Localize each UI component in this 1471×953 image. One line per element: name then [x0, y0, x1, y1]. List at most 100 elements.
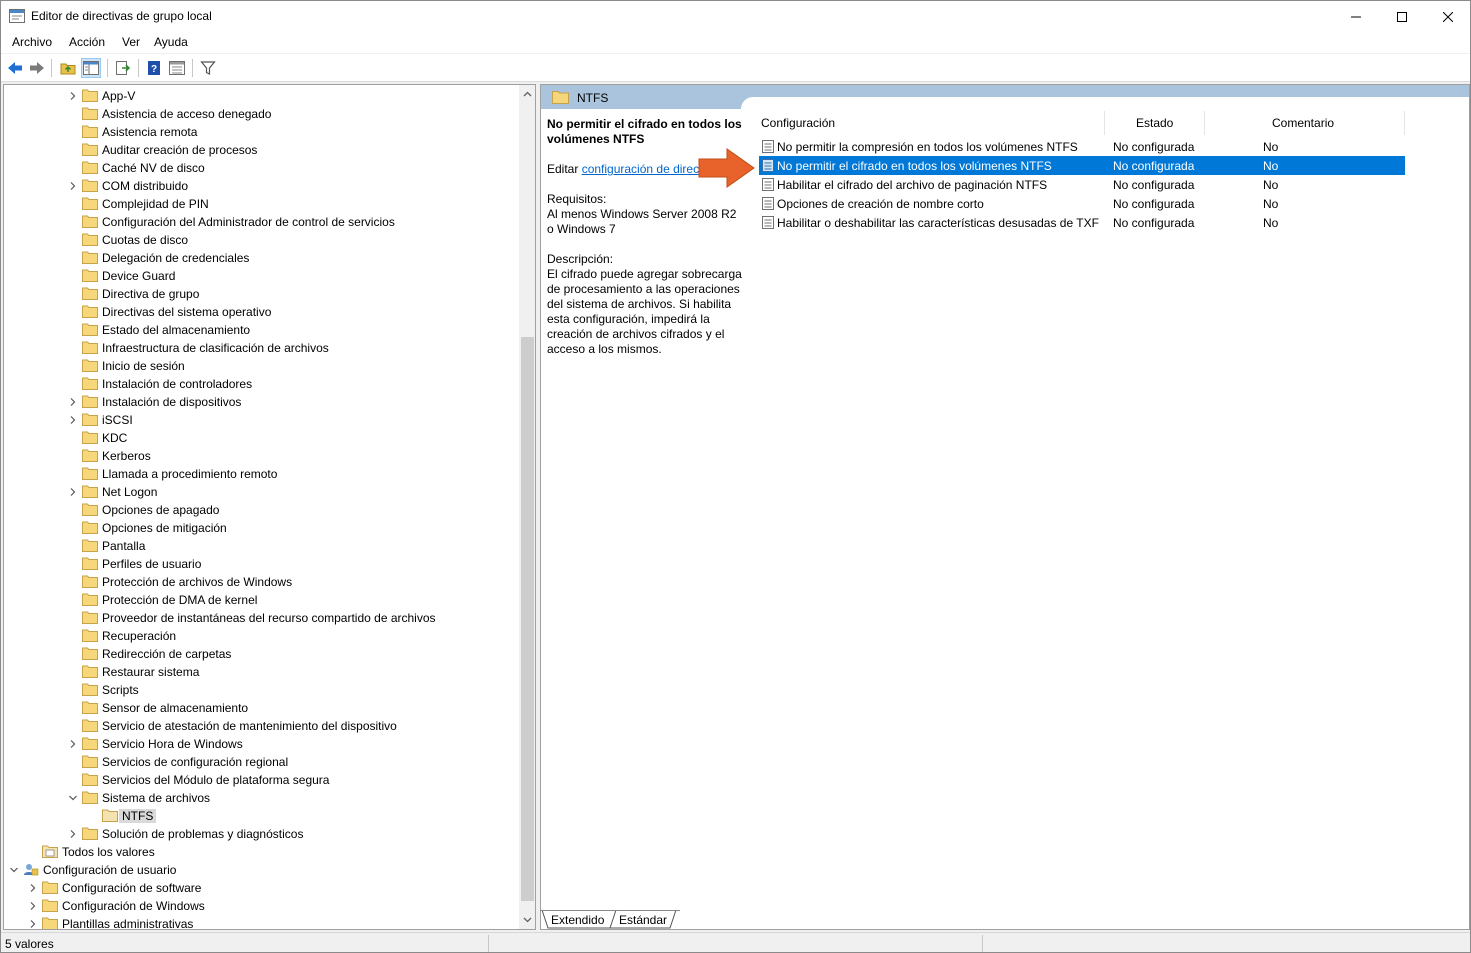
- show-hide-console-tree-button[interactable]: [81, 58, 101, 78]
- scroll-thumb[interactable]: [521, 337, 534, 901]
- tree-item-label: Inicio de sesión: [102, 359, 185, 373]
- tab-extendido[interactable]: Extendido: [551, 910, 604, 929]
- chevron-right-icon[interactable]: [68, 487, 78, 497]
- tree-item[interactable]: Opciones de mitigación: [4, 519, 519, 537]
- tree-item[interactable]: Delegación de credenciales: [4, 249, 519, 267]
- tree-item[interactable]: Protección de DMA de kernel: [4, 591, 519, 609]
- folder-icon: [82, 359, 98, 372]
- tree-item[interactable]: Redirección de carpetas: [4, 645, 519, 663]
- tree-item[interactable]: Kerberos: [4, 447, 519, 465]
- tree-item[interactable]: Device Guard: [4, 267, 519, 285]
- column-divider[interactable]: [1404, 111, 1405, 135]
- tree-item[interactable]: Sensor de almacenamiento: [4, 699, 519, 717]
- tree-item[interactable]: Opciones de apagado: [4, 501, 519, 519]
- tree-item[interactable]: Todos los valores: [4, 843, 519, 861]
- tree-item[interactable]: Pantalla: [4, 537, 519, 555]
- tree-item[interactable]: Cuotas de disco: [4, 231, 519, 249]
- tree-item[interactable]: Scripts: [4, 681, 519, 699]
- tree-item[interactable]: Instalación de dispositivos: [4, 393, 519, 411]
- tree-item[interactable]: Asistencia remota: [4, 123, 519, 141]
- minimize-button[interactable]: [1333, 1, 1379, 32]
- chevron-right-icon[interactable]: [68, 91, 78, 101]
- back-button[interactable]: [5, 58, 25, 78]
- chevron-right-icon[interactable]: [68, 181, 78, 191]
- scroll-down-icon[interactable]: [523, 915, 532, 924]
- menu-ver[interactable]: Ver: [122, 35, 140, 49]
- export-list-button[interactable]: [113, 58, 133, 78]
- tree-item[interactable]: Servicio de atestación de mantenimiento …: [4, 717, 519, 735]
- tree-item[interactable]: Caché NV de disco: [4, 159, 519, 177]
- tree-item[interactable]: Perfiles de usuario: [4, 555, 519, 573]
- forward-button[interactable]: [27, 58, 47, 78]
- chevron-right-icon[interactable]: [68, 829, 78, 839]
- tree-item[interactable]: Auditar creación de procesos: [4, 141, 519, 159]
- policy-row[interactable]: Habilitar el cifrado del archivo de pagi…: [759, 175, 1405, 194]
- tab-estandar[interactable]: Estándar: [619, 910, 667, 929]
- chevron-right-icon[interactable]: [28, 883, 38, 893]
- up-folder-button[interactable]: [58, 58, 78, 78]
- tree-item[interactable]: Inicio de sesión: [4, 357, 519, 375]
- chevron-right-icon[interactable]: [68, 739, 78, 749]
- tree-item[interactable]: Llamada a procedimiento remoto: [4, 465, 519, 483]
- tree-item[interactable]: App-V: [4, 87, 519, 105]
- tree-item[interactable]: NTFS: [4, 807, 519, 825]
- help-button[interactable]: ?: [144, 58, 164, 78]
- tree-item[interactable]: Configuración de software: [4, 879, 519, 897]
- tree-item[interactable]: Proveedor de instantáneas del recurso co…: [4, 609, 519, 627]
- filter-button[interactable]: [198, 58, 218, 78]
- menu-archivo[interactable]: Archivo: [12, 35, 52, 49]
- tree-vertical-scrollbar[interactable]: [519, 85, 535, 929]
- description-block: Descripción: El cifrado puede agregar sob…: [547, 252, 743, 357]
- tree-item-label: Asistencia de acceso denegado: [102, 107, 272, 121]
- tree-item[interactable]: Instalación de controladores: [4, 375, 519, 393]
- policy-row[interactable]: Opciones de creación de nombre corto No c…: [759, 194, 1405, 213]
- column-divider[interactable]: [1204, 111, 1205, 135]
- column-header-comentario[interactable]: Comentario: [1272, 116, 1334, 130]
- chevron-down-icon[interactable]: [9, 865, 19, 875]
- chevron-right-icon[interactable]: [28, 901, 38, 911]
- tree-item[interactable]: Configuración de Windows: [4, 897, 519, 915]
- tree-item[interactable]: Protección de archivos de Windows: [4, 573, 519, 591]
- tree-item[interactable]: Net Logon: [4, 483, 519, 501]
- tree-item[interactable]: Plantillas administrativas: [4, 915, 519, 929]
- tree-item[interactable]: KDC: [4, 429, 519, 447]
- close-button[interactable]: [1425, 1, 1470, 32]
- tree-item[interactable]: Asistencia de acceso denegado: [4, 105, 519, 123]
- policy-row[interactable]: Habilitar o deshabilitar las característ…: [759, 213, 1405, 232]
- folder-icon: [82, 737, 98, 750]
- requirements-text: Al menos Windows Server 2008 R2 o Window…: [547, 207, 737, 236]
- column-divider[interactable]: [1104, 111, 1105, 135]
- menu-ayuda[interactable]: Ayuda: [154, 35, 188, 49]
- chevron-right-icon[interactable]: [68, 415, 78, 425]
- tree-item[interactable]: Directiva de grupo: [4, 285, 519, 303]
- chevron-down-icon[interactable]: [68, 793, 78, 803]
- chevron-right-icon[interactable]: [68, 397, 78, 407]
- menu-accion[interactable]: Acción: [69, 35, 105, 49]
- tree-item[interactable]: Restaurar sistema: [4, 663, 519, 681]
- policy-row[interactable]: No permitir la compresión en todos los v…: [759, 137, 1405, 156]
- tree-item[interactable]: Configuración del Administrador de contr…: [4, 213, 519, 231]
- tree-item[interactable]: Servicio Hora de Windows: [4, 735, 519, 753]
- column-header-estado[interactable]: Estado: [1136, 116, 1173, 130]
- tree-item[interactable]: Complejidad de PIN: [4, 195, 519, 213]
- tree-item[interactable]: Servicios de configuración regional: [4, 753, 519, 771]
- scroll-up-icon[interactable]: [523, 90, 532, 99]
- tree-item[interactable]: Estado del almacenamiento: [4, 321, 519, 339]
- tree-item[interactable]: Infraestructura de clasificación de arch…: [4, 339, 519, 357]
- chevron-right-icon[interactable]: [28, 919, 38, 929]
- properties-view-button[interactable]: [167, 58, 187, 78]
- tree-item[interactable]: COM distribuido: [4, 177, 519, 195]
- policy-row[interactable]: No permitir el cifrado en todos los volú…: [759, 156, 1405, 175]
- tree-item[interactable]: Sistema de archivos: [4, 789, 519, 807]
- tree-item[interactable]: Servicios del Módulo de plataforma segur…: [4, 771, 519, 789]
- maximize-button[interactable]: [1379, 1, 1425, 32]
- tree-item[interactable]: Directivas del sistema operativo: [4, 303, 519, 321]
- tree-item[interactable]: iSCSI: [4, 411, 519, 429]
- tree-item[interactable]: Recuperación: [4, 627, 519, 645]
- tree-item[interactable]: Configuración de usuario: [4, 861, 519, 879]
- tree-item-label: Device Guard: [102, 269, 176, 283]
- folder-icon: [42, 881, 58, 894]
- column-header-configuracion[interactable]: Configuración: [761, 116, 835, 130]
- tree-item-label: Complejidad de PIN: [102, 197, 209, 211]
- tree-item[interactable]: Solución de problemas y diagnósticos: [4, 825, 519, 843]
